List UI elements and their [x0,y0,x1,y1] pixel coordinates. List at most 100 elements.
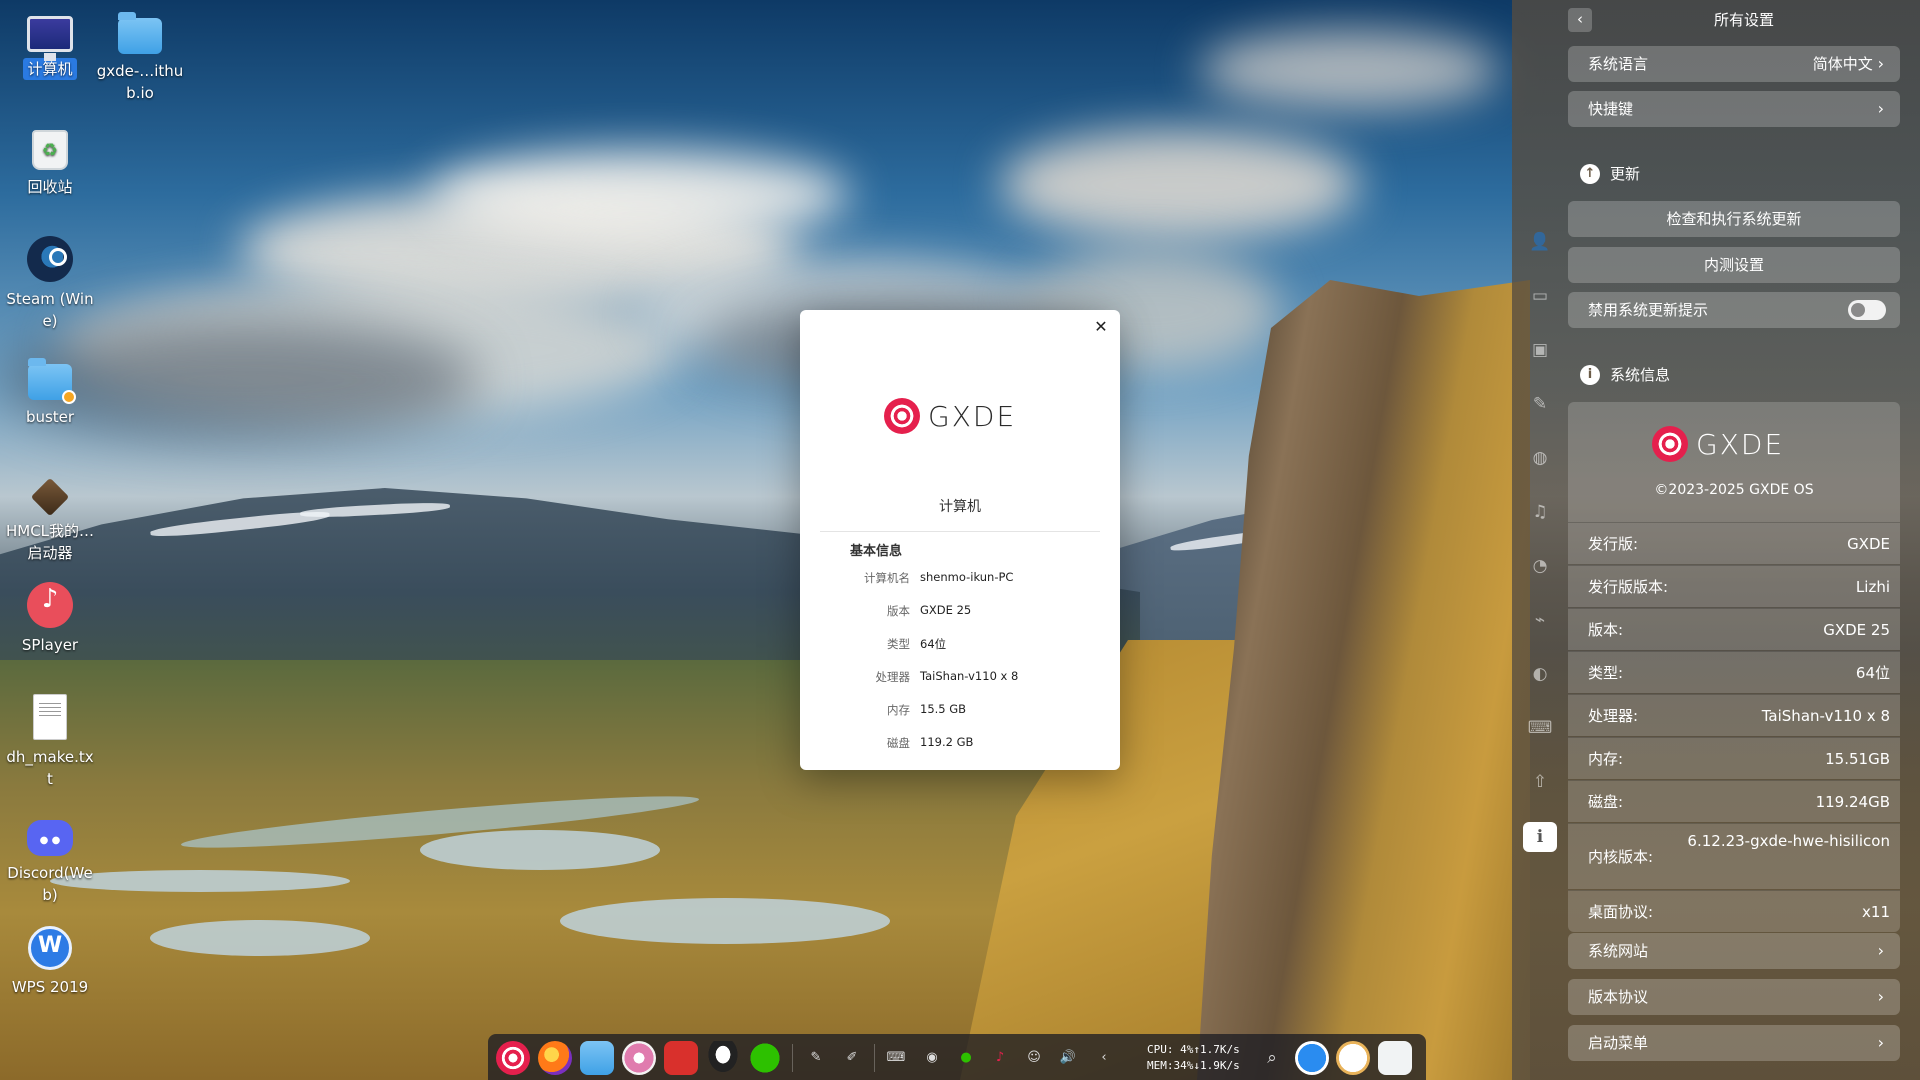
time-icon[interactable]: ◔ [1526,554,1554,578]
chevron-right-icon: › [1877,987,1884,1006]
info-key: 桌面协议: [1588,903,1654,921]
display-icon[interactable]: ▭ [1526,284,1554,308]
disable-update-tip-toggle[interactable] [1848,300,1886,320]
account-icon[interactable]: 👤 [1526,230,1554,254]
cloud [1200,30,1500,110]
close-icon[interactable]: ✕ [1090,316,1112,338]
chevron-right-icon: › [1877,1033,1884,1052]
settings-sidebar: 👤 ▭ ▣ ✎ ◍ ♫ ◔ ⌁ ◐ ⌨ ⇧ ℹ [1512,0,1568,1080]
row-label: 快捷键 [1588,100,1634,118]
info-row: 内存 15.5 GB [800,702,1120,718]
desktop-icon-label: SPlayer [21,636,79,654]
desktop-icon-label: buster [25,408,75,426]
wechat-icon[interactable]: ● [956,1048,976,1068]
qq-icon[interactable] [706,1041,740,1075]
mouse-icon[interactable]: ◐ [1526,662,1554,686]
info-value: 119.24GB [1815,793,1890,811]
sysinfo-logo-box: GXDE ©2023-2025 GXDE OS [1568,402,1900,522]
firefox-icon[interactable] [538,1041,572,1075]
gxde-logo-text: GXDE [928,399,1017,433]
row-value: 简体中文 › [1813,46,1884,82]
info-key: 内核版本: [1588,848,1654,866]
info-value: 119.2 GB [920,735,974,749]
info-row: 类型 64位 [800,636,1120,652]
dock-separator [874,1044,875,1072]
system-language-row[interactable]: 系统语言 简体中文 › [1568,46,1900,82]
info-value: shenmo-ikun-PC [920,570,1014,584]
boot-menu-row[interactable]: 启动菜单 › [1568,1025,1900,1061]
terminal-icon[interactable] [664,1041,698,1075]
info-row: 处理器 TaiShan-v110 x 8 [800,669,1120,685]
music-icon[interactable]: ♪ [990,1048,1010,1068]
license-row[interactable]: 版本协议 › [1568,979,1900,1015]
keyboard-icon[interactable]: ⌨ [886,1048,906,1068]
info-key: 处理器 [875,670,911,684]
sound-icon[interactable]: ♫ [1526,500,1554,524]
info-row: 磁盘 119.2 GB [800,735,1120,751]
info-value: x11 [1862,903,1890,921]
wechat-icon[interactable] [748,1041,782,1075]
desktop-icon-wps[interactable]: WPS 2019 [0,926,100,998]
info-row: 计算机名 shenmo-ikun-PC [800,570,1120,586]
disable-update-tip-row: 禁用系统更新提示 [1568,292,1900,328]
desktop-icon-hmcl[interactable]: HMCL我的…启动器 [0,468,100,564]
info-row: 内核版本: 6.12.23-gxde-hwe-hisilicon [1568,823,1900,889]
update-icon[interactable]: ⇧ [1526,770,1554,794]
desktop-icon-steam[interactable]: Steam (Wine) [0,236,100,332]
launcher-icon[interactable] [496,1041,530,1075]
network-icon[interactable]: ◍ [1526,446,1554,470]
desktop-icon-trash[interactable]: 回收站 [0,122,100,198]
file-manager-icon[interactable] [580,1041,614,1075]
shortcut-row[interactable]: 快捷键 › [1568,91,1900,127]
trash-icon [32,130,68,170]
desktop-icon-dh-make[interactable]: dh_make.txt [0,694,100,790]
gxde-logo: GXDE [884,398,1016,434]
beta-settings-button[interactable]: 内测设置 [1568,247,1900,283]
desktop-icon-discord[interactable]: Discord(Web) [0,812,100,906]
sysinfo-section-header: i 系统信息 [1580,364,1670,385]
splayer-icon [27,582,73,628]
desktop-icon-label: 计算机 [23,58,77,80]
desktop-icon-label: gxde-…ithub.io [96,62,184,102]
info-value: GXDE 25 [1823,621,1890,639]
keyboard-icon[interactable]: ⌨ [1526,716,1554,740]
clock-icon[interactable] [1336,1041,1370,1075]
chevron-left-icon[interactable]: ‹ [1094,1048,1114,1068]
desktop-icon-splayer[interactable]: SPlayer [0,582,100,656]
info-key: 发行版版本: [1588,578,1669,596]
bluetooth-icon[interactable]: ◉ [922,1048,942,1068]
desktop-icon-buster[interactable]: buster [0,354,100,428]
calendar-icon[interactable]: ▣ [1526,338,1554,362]
discord-icon [27,820,73,856]
power-icon[interactable]: ⌁ [1526,608,1554,632]
power-icon[interactable] [1295,1041,1329,1075]
folder-icon [28,358,76,404]
volume-icon[interactable]: 🔊 [1058,1048,1078,1068]
personalization-icon[interactable]: ✎ [1526,392,1554,416]
panel-title: 所有设置 [1713,11,1774,29]
desktop-icon-gxde-folder[interactable]: gxde-…ithub.io [90,8,190,104]
back-arrow-icon[interactable]: ‹ [1568,8,1592,32]
info-icon: i [1580,364,1600,385]
info-value: TaiShan-v110 x 8 [1761,707,1890,725]
settings-icon[interactable] [622,1041,656,1075]
desktop-icon-label: HMCL我的…启动器 [5,522,95,562]
pen-icon[interactable]: ✐ [842,1048,862,1068]
info-row: 版本 GXDE 25 [800,603,1120,619]
info-row: 处理器: TaiShan-v110 x 8 [1568,694,1900,736]
pen-icon[interactable]: ✎ [806,1048,826,1068]
desktop-icon-computer[interactable]: 计算机 [0,8,100,80]
system-website-row[interactable]: 系统网站 › [1568,933,1900,969]
info-key: 发行版: [1588,535,1639,553]
check-update-button[interactable]: 检查和执行系统更新 [1568,201,1900,237]
cat-icon[interactable]: ☺ [1024,1048,1044,1068]
trash-icon[interactable] [1378,1041,1412,1075]
search-icon[interactable]: ⌕ [1262,1048,1282,1068]
chevron-right-icon: › [1877,54,1884,73]
info-key: 类型: [1588,664,1624,682]
desktop-icon-label: Steam (Wine) [6,290,94,330]
info-icon[interactable]: ℹ [1523,822,1557,852]
info-row: 内存: 15.51GB [1568,737,1900,779]
dialog-title: 计算机 [939,499,981,515]
dock: ✎ ✐ ⌨ ◉ ● ♪ ☺ 🔊 ‹ CPU: 4%↑1.7K/s MEM:34%… [488,1034,1426,1080]
